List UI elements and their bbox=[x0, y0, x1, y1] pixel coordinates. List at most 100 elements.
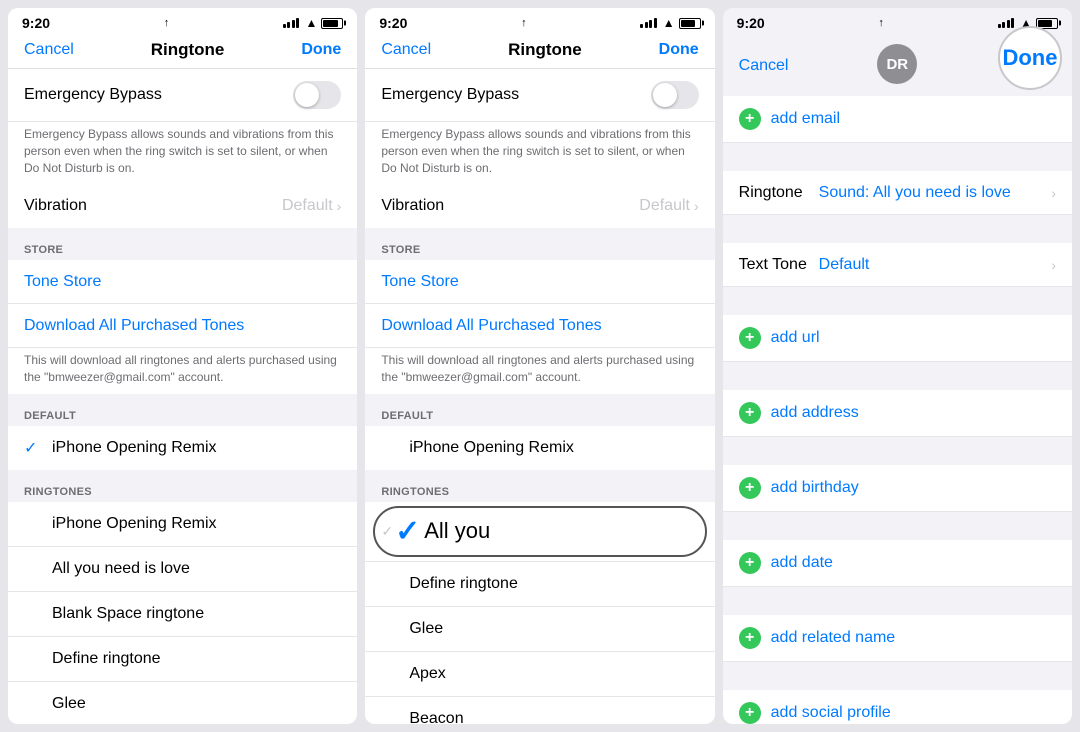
ringtone-row-1-4[interactable]: ✓ Glee bbox=[8, 682, 357, 724]
add-address-label: add address bbox=[771, 404, 859, 422]
add-social-icon: + bbox=[739, 702, 761, 724]
add-social-label: add social profile bbox=[771, 704, 891, 722]
add-date-icon: + bbox=[739, 552, 761, 574]
store-group-1: Tone Store Download All Purchased Tones … bbox=[8, 260, 357, 394]
ringtone-name-2-3: Beacon bbox=[409, 710, 463, 724]
content-area-2: Emergency Bypass Emergency Bypass allows… bbox=[365, 69, 714, 724]
add-related-row[interactable]: + add related name bbox=[723, 615, 1072, 662]
status-bar-1: 9:20 ↑ ▲ bbox=[8, 8, 357, 36]
ringtones-group-1: ✓ iPhone Opening Remix ✓ All you need is… bbox=[8, 502, 357, 724]
location-icon-3: ↑ bbox=[878, 17, 884, 29]
highlighted-ringtone-row[interactable]: ✓ ✓ All you bbox=[365, 502, 714, 562]
vibration-row-1[interactable]: Vibration Default › bbox=[8, 184, 357, 228]
spacer-1 bbox=[723, 143, 1072, 171]
emergency-bypass-row-2: Emergency Bypass bbox=[365, 69, 714, 122]
ringtone-name-1-1: All you need is love bbox=[52, 560, 190, 578]
emergency-bypass-label-2: Emergency Bypass bbox=[381, 86, 650, 104]
ringtone-row-2-3[interactable]: ✓ Beacon bbox=[365, 697, 714, 724]
download-desc-1: This will download all ringtones and ale… bbox=[8, 348, 357, 394]
emergency-bypass-group-2: Emergency Bypass Emergency Bypass allows… bbox=[365, 69, 714, 228]
status-icons-1: ▲ bbox=[283, 16, 343, 30]
spacer-8 bbox=[723, 662, 1072, 690]
text-tone-group: Text Tone Default › bbox=[723, 243, 1072, 287]
default-item-row-1[interactable]: ✓ iPhone Opening Remix bbox=[8, 426, 357, 470]
add-email-row[interactable]: + add email bbox=[723, 96, 1072, 143]
default-item-row-2[interactable]: ✓ iPhone Opening Remix bbox=[365, 426, 714, 470]
text-tone-detail-row[interactable]: Text Tone Default › bbox=[723, 243, 1072, 287]
download-all-row-1[interactable]: Download All Purchased Tones bbox=[8, 304, 357, 348]
tone-store-row-2[interactable]: Tone Store bbox=[365, 260, 714, 304]
download-all-label-2: Download All Purchased Tones bbox=[381, 317, 698, 335]
ringtone-detail-row[interactable]: Ringtone Sound: All you need is love › bbox=[723, 171, 1072, 215]
cancel-button-3[interactable]: Cancel bbox=[739, 57, 789, 75]
text-tone-key: Text Tone bbox=[739, 256, 819, 274]
ringtone-name-1-4: Glee bbox=[52, 695, 86, 713]
location-icon-1: ↑ bbox=[164, 17, 170, 29]
vibration-label-2: Vibration bbox=[381, 197, 639, 215]
done-button-2[interactable]: Done bbox=[659, 41, 699, 59]
download-all-row-2[interactable]: Download All Purchased Tones bbox=[365, 304, 714, 348]
add-url-row[interactable]: + add url bbox=[723, 315, 1072, 362]
vibration-row-2[interactable]: Vibration Default › bbox=[365, 184, 714, 228]
download-all-label-1: Download All Purchased Tones bbox=[24, 317, 341, 335]
spacer-2 bbox=[723, 215, 1072, 243]
store-header-2: STORE bbox=[365, 228, 714, 260]
default-checkmark-1: ✓ bbox=[24, 438, 40, 458]
emergency-bypass-label-1: Emergency Bypass bbox=[24, 86, 293, 104]
done-button-1[interactable]: Done bbox=[301, 41, 341, 59]
ringtones-header-1: RINGTONES bbox=[8, 470, 357, 502]
add-url-icon: + bbox=[739, 327, 761, 349]
emergency-bypass-desc-2: Emergency Bypass allows sounds and vibra… bbox=[365, 122, 714, 184]
add-date-group: + add date bbox=[723, 540, 1072, 587]
store-group-2: Tone Store Download All Purchased Tones … bbox=[365, 260, 714, 394]
ringtone-row-2-2[interactable]: ✓ Apex bbox=[365, 652, 714, 697]
emergency-bypass-toggle-2[interactable] bbox=[651, 81, 699, 109]
ringtones-group-2: ✓ ✓ All you ✓ Define ringtone ✓ Glee ✓ A… bbox=[365, 502, 714, 724]
signal-bars-2 bbox=[640, 18, 657, 28]
spacer-4 bbox=[723, 362, 1072, 390]
highlighted-ringtone-name: All you bbox=[424, 518, 490, 544]
time-1: 9:20 bbox=[22, 15, 50, 31]
content-area-1: Emergency Bypass Emergency Bypass allows… bbox=[8, 69, 357, 724]
contact-nav: Cancel DR Done bbox=[723, 36, 1072, 96]
done-button-3[interactable]: Done bbox=[1002, 45, 1057, 71]
add-email-label: add email bbox=[771, 110, 840, 128]
cancel-button-2[interactable]: Cancel bbox=[381, 41, 431, 59]
ringtone-row-2-0[interactable]: ✓ Define ringtone bbox=[365, 562, 714, 607]
contact-content: + add email Ringtone Sound: All you need… bbox=[723, 96, 1072, 724]
add-address-icon: + bbox=[739, 402, 761, 424]
emergency-bypass-toggle-1[interactable] bbox=[293, 81, 341, 109]
tone-store-row-1[interactable]: Tone Store bbox=[8, 260, 357, 304]
spacer-5 bbox=[723, 437, 1072, 465]
vibration-value-2: Default bbox=[639, 197, 690, 215]
text-tone-chevron: › bbox=[1051, 257, 1056, 273]
nav-title-1: Ringtone bbox=[151, 40, 225, 60]
ringtone-row-1-3[interactable]: ✓ Define ringtone bbox=[8, 637, 357, 682]
panel-3: 9:20 ↑ ▲ Cancel DR Done + add email bbox=[723, 8, 1072, 724]
add-address-row[interactable]: + add address bbox=[723, 390, 1072, 437]
ringtone-key: Ringtone bbox=[739, 184, 819, 202]
default-group-2: ✓ iPhone Opening Remix bbox=[365, 426, 714, 470]
add-url-group: + add url bbox=[723, 315, 1072, 362]
add-date-row[interactable]: + add date bbox=[723, 540, 1072, 587]
add-related-icon: + bbox=[739, 627, 761, 649]
spacer-7 bbox=[723, 587, 1072, 615]
ringtone-row-1-0[interactable]: ✓ iPhone Opening Remix bbox=[8, 502, 357, 547]
add-birthday-row[interactable]: + add birthday bbox=[723, 465, 1072, 512]
ringtone-row-2-1[interactable]: ✓ Glee bbox=[365, 607, 714, 652]
cancel-button-1[interactable]: Cancel bbox=[24, 41, 74, 59]
add-email-icon: + bbox=[739, 108, 761, 130]
location-icon-2: ↑ bbox=[521, 17, 527, 29]
ringtones-header-2: RINGTONES bbox=[365, 470, 714, 502]
status-icons-2: ▲ bbox=[640, 16, 700, 30]
check-gray-icon: ✓ bbox=[381, 523, 393, 540]
checkmarks-container: ✓ ✓ bbox=[381, 514, 420, 549]
done-circle[interactable]: Done bbox=[998, 26, 1062, 90]
add-birthday-label: add birthday bbox=[771, 479, 859, 497]
add-social-row[interactable]: + add social profile bbox=[723, 690, 1072, 724]
tone-store-label-2: Tone Store bbox=[381, 273, 698, 291]
ringtone-row-1-2[interactable]: ✓ Blank Space ringtone bbox=[8, 592, 357, 637]
nav-bar-1: Cancel Ringtone Done bbox=[8, 36, 357, 69]
ringtone-row-1-1[interactable]: ✓ All you need is love bbox=[8, 547, 357, 592]
wifi-icon-2: ▲ bbox=[663, 16, 675, 30]
